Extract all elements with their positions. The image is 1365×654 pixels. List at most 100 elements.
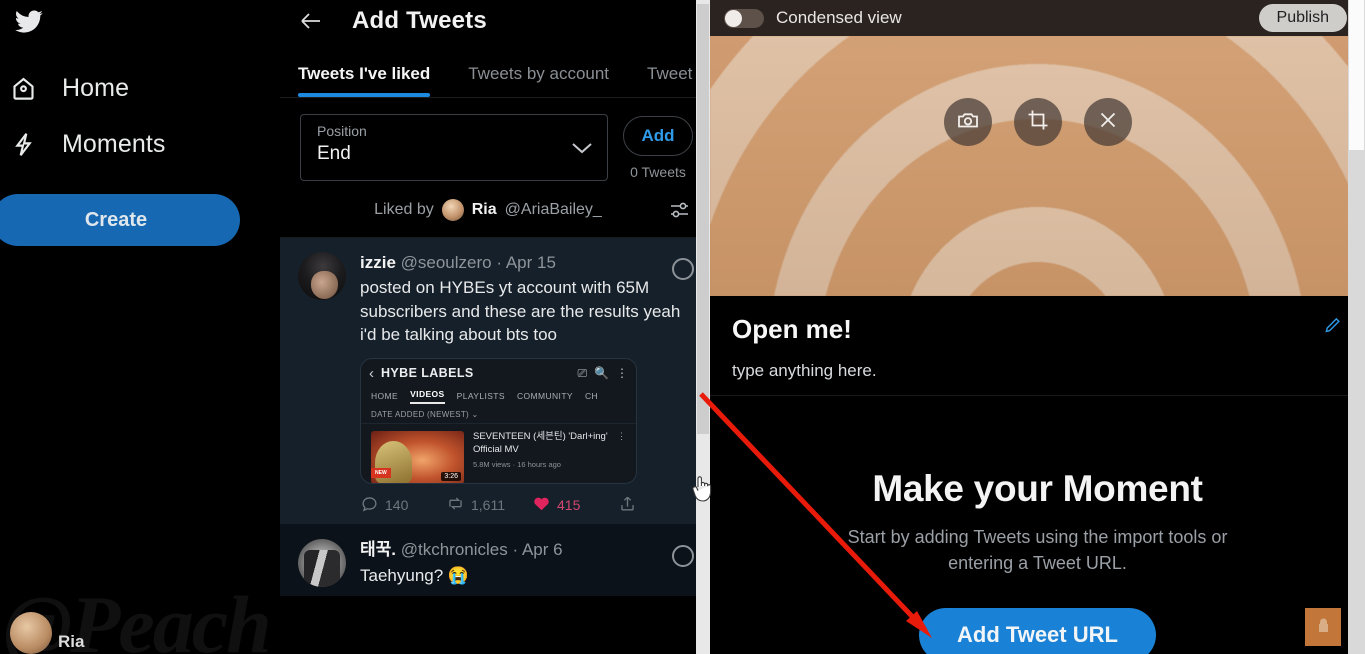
moment-description: type anything here.	[732, 361, 877, 380]
lock-icon	[1316, 617, 1331, 638]
retweet-action[interactable]: 1,611	[446, 494, 526, 516]
chevron-down-icon	[571, 141, 593, 155]
retweet-icon	[446, 494, 465, 516]
lock-badge[interactable]	[1305, 608, 1341, 646]
tab-tweets-ive-liked[interactable]: Tweets I've liked	[298, 64, 431, 97]
avatar	[298, 252, 346, 300]
twitter-bird-icon[interactable]	[6, 2, 52, 42]
reply-icon	[360, 494, 379, 516]
tab-tweets-by-account[interactable]: Tweets by account	[468, 64, 609, 97]
tweet-body: 태꾹. @tkchronicles · Apr 6 Taehyung? 😭	[360, 539, 696, 587]
add-tweets-header: Add Tweets	[280, 0, 710, 42]
retweet-count: 1,611	[471, 497, 505, 514]
liked-by-handle: @AriaBailey_	[504, 201, 602, 218]
add-tweet-url-button[interactable]: Add Tweet URL	[919, 608, 1156, 654]
youtube-card-tabs: HOME VIDEOS PLAYLISTS COMMUNITY CH	[361, 387, 636, 405]
pencil-icon[interactable]	[1323, 316, 1343, 336]
liked-by-bar: Liked by Ria @AriaBailey_	[280, 181, 710, 238]
back-arrow-icon[interactable]	[298, 8, 324, 34]
position-value: End	[317, 143, 351, 164]
liked-by-inner: Liked by Ria @AriaBailey_	[318, 199, 658, 221]
tweet-author-handle: @seoulzero	[400, 253, 492, 272]
tweet-select-circle[interactable]	[672, 258, 694, 280]
middle-scrollbar-thumb[interactable]	[697, 4, 709, 434]
position-label: Position	[317, 123, 367, 139]
youtube-card-header: ‹ HYBE LABELS ⎚ 🔍 ⋮	[361, 359, 636, 387]
youtube-tab-playlists: PLAYLISTS	[456, 391, 505, 402]
youtube-thumbnail: NEW 3:26	[371, 431, 464, 484]
search-icon: 🔍	[594, 366, 609, 381]
youtube-sort-text: DATE ADDED (NEWEST)	[371, 410, 470, 420]
moment-title: Open me!	[732, 314, 852, 344]
sidebar-item-label: Home	[62, 73, 130, 102]
tweet-meta: izzie @seoulzero · Apr 15	[360, 252, 696, 274]
tweet-author-name: 태꾹.	[360, 540, 397, 560]
moment-empty-state: Make your Moment Start by adding Tweets …	[710, 396, 1365, 654]
like-count: 415	[557, 497, 581, 514]
more-vertical-icon: ⋮	[616, 366, 628, 381]
close-button[interactable]	[1083, 98, 1132, 146]
tweet-text: posted on HYBEs yt account with 65M subs…	[360, 278, 681, 344]
tweet-date: Apr 6	[521, 540, 563, 560]
add-button[interactable]: Add	[623, 116, 693, 156]
toggle-switch[interactable]	[724, 8, 764, 28]
tweet-item[interactable]: 태꾹. @tkchronicles · Apr 6 Taehyung? 😭	[280, 525, 710, 597]
add-controls-row: Position End Add 0 Tweets	[280, 98, 710, 181]
sliders-icon[interactable]	[666, 197, 692, 223]
crop-icon	[1026, 108, 1050, 137]
cover-art-overlay	[710, 36, 1365, 296]
tabs-bar: Tweets I've liked Tweets by account Twee…	[280, 42, 710, 98]
like-action[interactable]: 415	[532, 494, 612, 516]
youtube-duration: 3:26	[441, 472, 461, 482]
embedded-youtube-card[interactable]: ‹ HYBE LABELS ⎚ 🔍 ⋮ HOME VIDEOS PLAYLIST…	[360, 358, 637, 485]
sidebar-item-moments[interactable]: Moments	[0, 116, 280, 172]
avatar	[298, 539, 346, 588]
sidebar-item-label: Moments	[62, 129, 166, 158]
moment-cover-image	[710, 36, 1365, 296]
tweet-separator: ·	[496, 253, 503, 272]
sidebar-item-home[interactable]: Home	[0, 60, 280, 116]
youtube-tab-community: COMMUNITY	[516, 391, 573, 402]
watermark-name: Ria	[58, 632, 85, 651]
youtube-video-info: SEVENTEEN (세븐틴) 'Darl+ing' Official MV 5…	[473, 431, 608, 483]
reply-action[interactable]: 140	[360, 494, 440, 516]
liked-by-prefix: Liked by	[374, 201, 434, 218]
condensed-view-toggle[interactable]: Condensed view	[724, 8, 902, 28]
tweet-author-handle: @tkchronicles	[400, 540, 508, 560]
empty-state-subtitle: Start by adding Tweets using the import …	[847, 527, 1228, 574]
tweet-text: Taehyung? 😭	[360, 565, 470, 585]
add-column: Add 0 Tweets	[622, 114, 694, 180]
crop-button[interactable]	[1013, 98, 1062, 146]
share-icon	[618, 494, 637, 516]
lightning-bolt-icon	[6, 127, 40, 161]
heart-icon	[532, 494, 551, 516]
page-title: Add Tweets	[352, 7, 487, 34]
create-button[interactable]: Create	[0, 194, 240, 246]
youtube-sort-label: DATE ADDED (NEWEST) ⌄	[361, 405, 636, 425]
close-icon	[1096, 108, 1120, 137]
middle-scrollbar[interactable]	[696, 0, 710, 654]
watermark-avatar	[10, 612, 52, 654]
tweet-count-label: 0 Tweets	[630, 164, 686, 180]
cast-icon: ⎚	[577, 365, 588, 380]
position-select[interactable]: Position End	[300, 114, 608, 181]
empty-state-title: Make your Moment	[872, 468, 1203, 509]
youtube-tab-home: HOME	[371, 391, 399, 402]
more-vertical-icon: ⋮	[617, 431, 626, 442]
tweet-body: izzie @seoulzero · Apr 15 posted on HYBE…	[360, 252, 696, 516]
tweet-author-name: izzie	[360, 253, 396, 272]
tweet-separator: ·	[512, 540, 519, 560]
tweet-meta: 태꾹. @tkchronicles · Apr 6	[360, 539, 696, 561]
camera-button[interactable]	[943, 98, 992, 146]
youtube-video-title: SEVENTEEN (세븐틴) 'Darl+ing' Official MV	[473, 431, 608, 456]
tweet-item[interactable]: izzie @seoulzero · Apr 15 posted on HYBE…	[280, 238, 710, 526]
right-scrollbar-thumb[interactable]	[1349, 0, 1364, 150]
liked-by-name: Ria	[471, 201, 497, 218]
publish-button[interactable]: Publish	[1258, 4, 1347, 32]
share-action[interactable]	[618, 494, 637, 516]
camera-icon	[956, 108, 980, 137]
twitter-moments-editor: Home Moments Create @Peach Ria Add Tweet…	[0, 0, 1365, 654]
cover-action-buttons	[710, 98, 1365, 146]
chevron-left-icon: ‹	[369, 364, 374, 382]
right-scrollbar[interactable]	[1348, 0, 1365, 654]
